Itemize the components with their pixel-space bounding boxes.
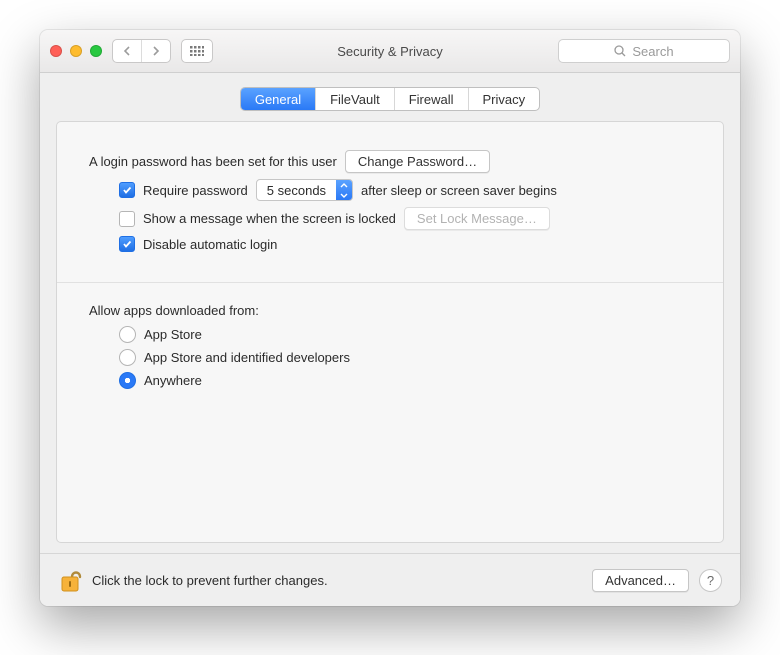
footer: Click the lock to prevent further change…	[40, 553, 740, 606]
require-password-delay-select[interactable]: 5 seconds	[256, 179, 353, 201]
disable-auto-login-checkbox[interactable]	[119, 236, 135, 252]
nav-back-forward	[112, 39, 171, 63]
tab-firewall[interactable]: Firewall	[394, 88, 468, 110]
advanced-button[interactable]: Advanced…	[592, 569, 689, 592]
allow-apps-heading: Allow apps downloaded from:	[89, 303, 691, 318]
change-password-button[interactable]: Change Password…	[345, 150, 490, 173]
show-message-label: Show a message when the screen is locked	[143, 211, 396, 226]
allow-apps-radio-app-store[interactable]	[119, 326, 136, 343]
disable-auto-login-label: Disable automatic login	[143, 237, 277, 252]
allow-apps-radio-anywhere[interactable]	[119, 372, 136, 389]
lock-text: Click the lock to prevent further change…	[92, 573, 328, 588]
titlebar: Security & Privacy Search	[40, 30, 740, 73]
allow-apps-radio-identified[interactable]	[119, 349, 136, 366]
close-window-button[interactable]	[50, 45, 62, 57]
panel-divider	[57, 282, 723, 283]
help-button[interactable]: ?	[699, 569, 722, 592]
login-password-text: A login password has been set for this u…	[89, 154, 337, 169]
show-all-button[interactable]	[181, 39, 213, 63]
zoom-window-button[interactable]	[90, 45, 102, 57]
require-password-checkbox[interactable]	[119, 182, 135, 198]
tab-bar: General FileVault Firewall Privacy	[240, 87, 540, 111]
allow-apps-option-label: App Store and identified developers	[144, 350, 350, 365]
select-stepper-icon	[336, 180, 352, 200]
tab-general[interactable]: General	[241, 88, 315, 110]
show-message-checkbox[interactable]	[119, 211, 135, 227]
minimize-window-button[interactable]	[70, 45, 82, 57]
general-panel: A login password has been set for this u…	[56, 121, 724, 543]
search-input[interactable]: Search	[558, 39, 730, 63]
lock-icon[interactable]	[58, 566, 82, 594]
require-password-label-suffix: after sleep or screen saver begins	[361, 183, 557, 198]
tab-privacy[interactable]: Privacy	[468, 88, 540, 110]
preferences-window: Security & Privacy Search General FileVa…	[40, 30, 740, 606]
search-placeholder: Search	[632, 44, 673, 59]
allow-apps-option-label: App Store	[144, 327, 202, 342]
allow-apps-option-label: Anywhere	[144, 373, 202, 388]
window-controls	[50, 45, 102, 57]
content-area: General FileVault Firewall Privacy A log…	[40, 73, 740, 553]
search-icon	[614, 45, 626, 57]
set-lock-message-button: Set Lock Message…	[404, 207, 550, 230]
require-password-label-prefix: Require password	[143, 183, 248, 198]
back-button[interactable]	[113, 40, 141, 62]
tab-filevault[interactable]: FileVault	[315, 88, 394, 110]
forward-button[interactable]	[141, 40, 170, 62]
